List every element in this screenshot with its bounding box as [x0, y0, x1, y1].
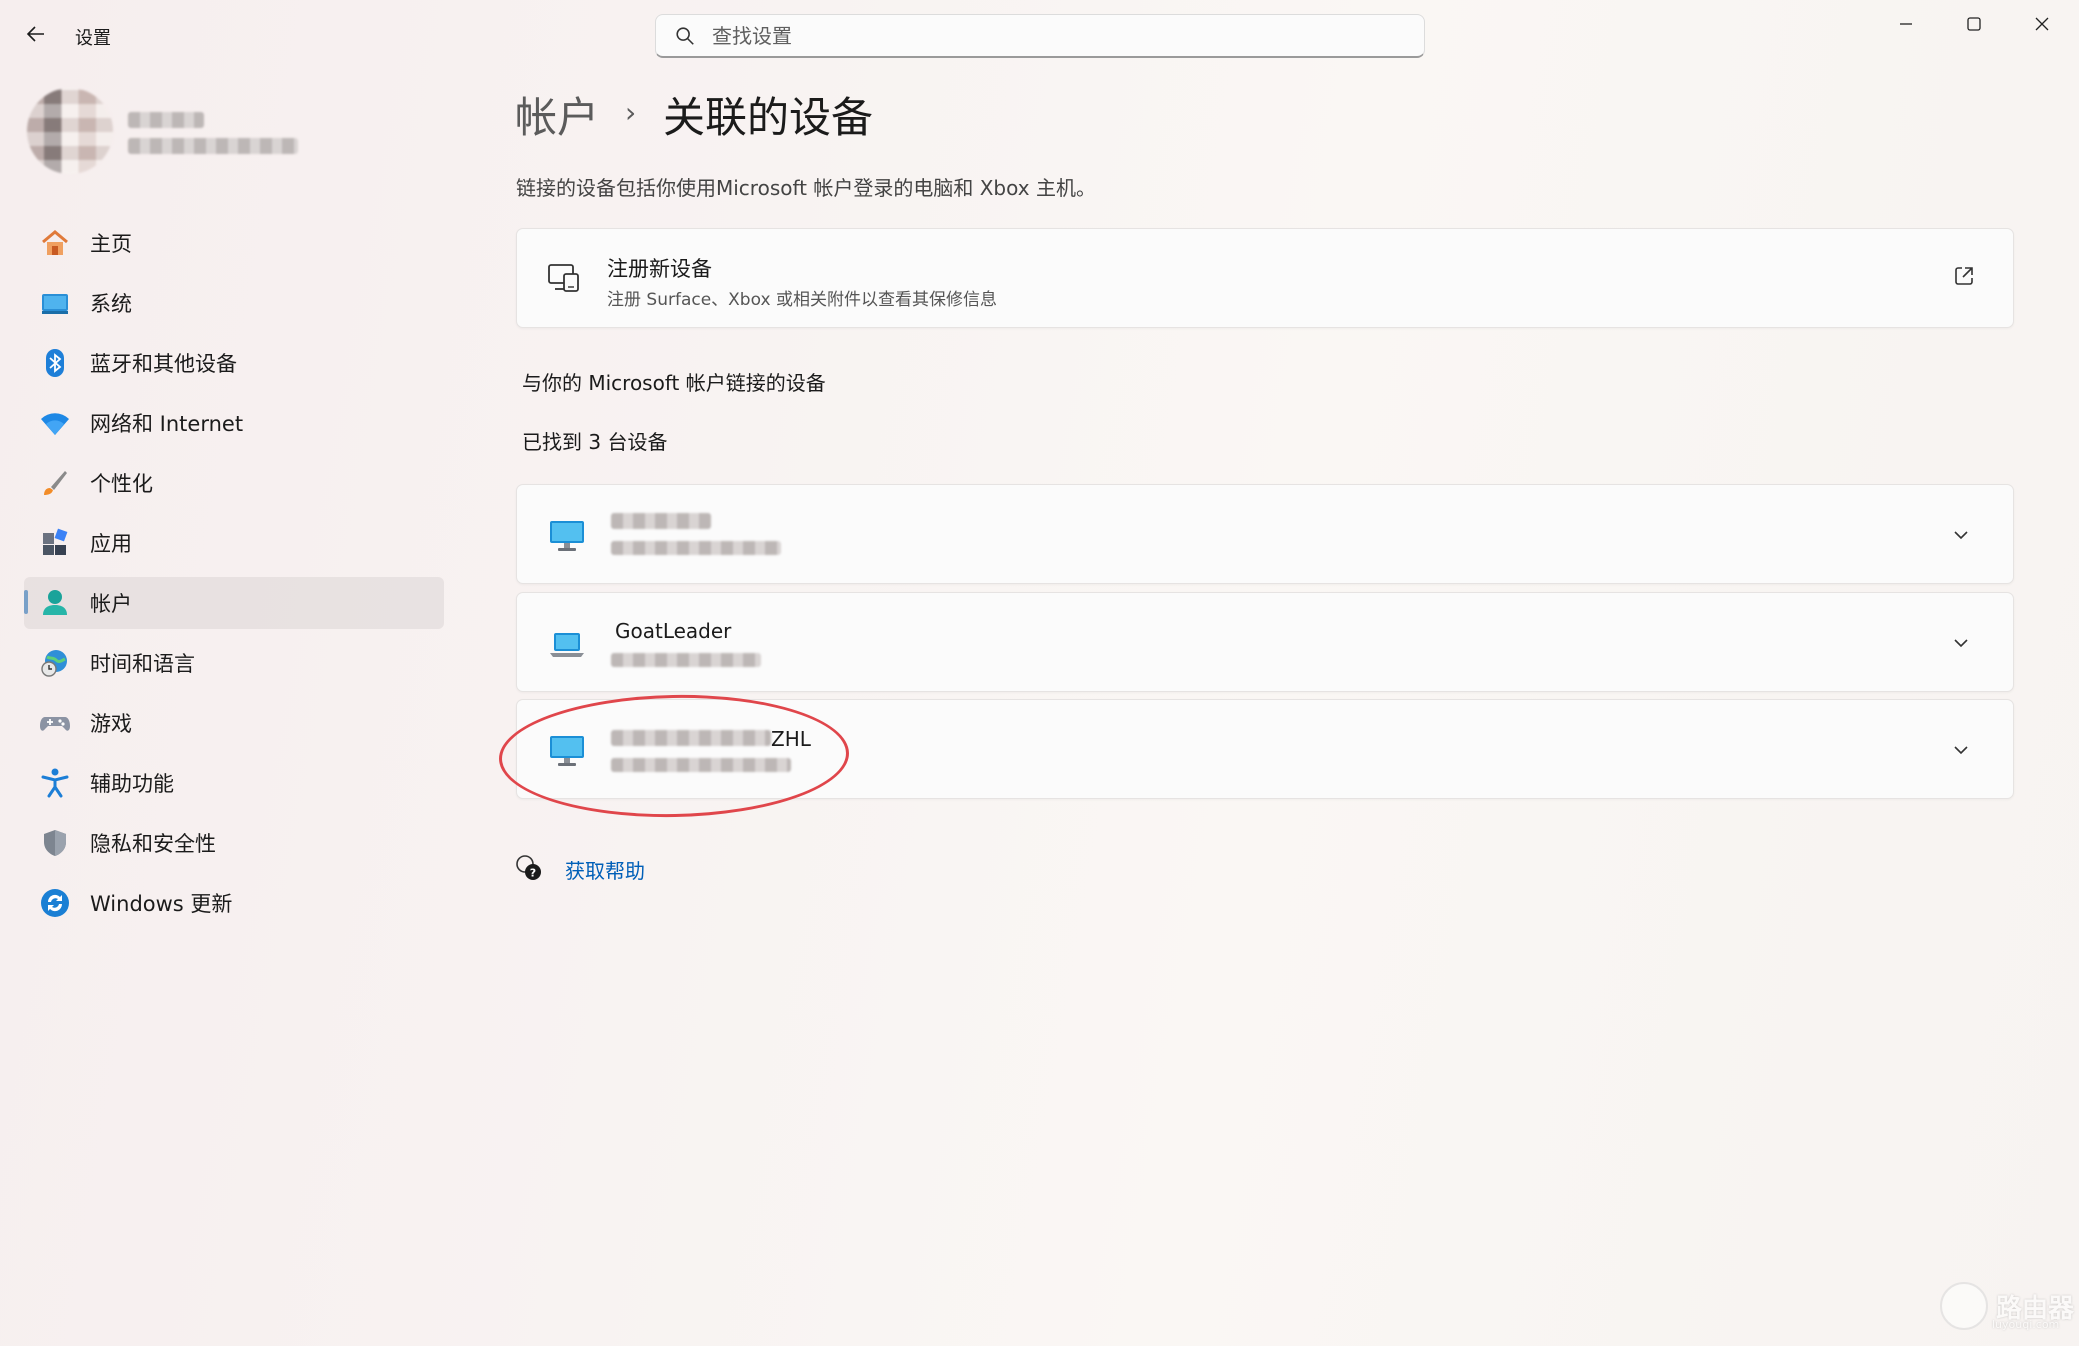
bluetooth-icon [38, 346, 72, 380]
globe-clock-icon [38, 646, 72, 680]
back-arrow-icon [26, 26, 44, 42]
sidebar-item-privacy[interactable]: 隐私和安全性 [24, 817, 444, 869]
device-detail-redacted [611, 653, 761, 667]
sidebar-item-label: 蓝牙和其他设备 [90, 352, 237, 376]
chevron-down-icon[interactable] [1951, 633, 1971, 657]
system-icon [38, 286, 72, 320]
device-card[interactable] [516, 484, 2014, 584]
search-input[interactable] [710, 22, 1364, 49]
breadcrumb-parent[interactable]: 帐户 [515, 84, 599, 145]
sidebar-item-windows-update[interactable]: Windows 更新 [24, 877, 444, 929]
chevron-down-icon[interactable] [1951, 740, 1971, 764]
device-detail-redacted [611, 541, 781, 555]
back-button[interactable] [24, 22, 48, 46]
search-icon [676, 26, 694, 45]
apps-icon [38, 526, 72, 560]
search-box[interactable] [655, 14, 1425, 58]
brush-icon [38, 466, 72, 500]
register-device-title: 注册新设备 [607, 257, 712, 281]
devices-count: 已找到 3 台设备 [522, 430, 668, 454]
breadcrumb-separator: › [625, 96, 637, 129]
sidebar-item-bluetooth[interactable]: 蓝牙和其他设备 [24, 337, 444, 389]
sidebar-item-time-language[interactable]: 时间和语言 [24, 637, 444, 689]
sidebar-item-label: 系统 [90, 292, 132, 316]
app-title: 设置 [75, 28, 111, 49]
device-name: GoatLeader [615, 619, 732, 643]
register-device-subtitle: 注册 Surface、Xbox 或相关附件以查看其保修信息 [607, 290, 997, 310]
watermark-logo-icon [1940, 1282, 1988, 1330]
sidebar-item-label: Windows 更新 [90, 892, 233, 916]
profile-name-redacted [128, 112, 204, 128]
minimize-icon [1900, 23, 1912, 25]
sidebar-item-accounts[interactable]: 帐户 [24, 577, 444, 629]
linked-devices-heading: 与你的 Microsoft 帐户链接的设备 [522, 371, 826, 395]
device-register-icon [547, 261, 581, 299]
gamepad-icon [38, 706, 72, 740]
shield-icon [38, 826, 72, 860]
sidebar-item-system[interactable]: 系统 [24, 277, 444, 329]
sidebar-item-label: 帐户 [90, 592, 132, 616]
sidebar-item-label: 应用 [90, 532, 132, 556]
sidebar-item-gaming[interactable]: 游戏 [24, 697, 444, 749]
maximize-button[interactable] [1954, 10, 1994, 38]
close-button[interactable] [2022, 10, 2062, 38]
watermark: 路由器 luyouqi.com [1940, 1282, 2074, 1331]
sidebar-item-label: 游戏 [90, 712, 132, 736]
sidebar-item-label: 辅助功能 [90, 772, 174, 796]
account-icon [38, 586, 72, 620]
wifi-icon [38, 406, 72, 440]
accessibility-icon [38, 766, 72, 800]
maximize-icon [1967, 17, 1981, 31]
desktop-icon [549, 519, 585, 557]
sidebar-item-home[interactable]: 主页 [24, 217, 444, 269]
watermark-subtext: luyouqi.com [1992, 1318, 2060, 1331]
update-icon [38, 886, 72, 920]
profile-email-redacted [128, 138, 298, 154]
help-chat-icon: ? [514, 854, 544, 888]
register-device-card[interactable]: 注册新设备 注册 Surface、Xbox 或相关附件以查看其保修信息 [516, 228, 2014, 328]
sidebar-item-label: 隐私和安全性 [90, 832, 216, 856]
page-title: 关联的设备 [663, 93, 874, 142]
sidebar-item-label: 主页 [90, 232, 132, 256]
laptop-icon [549, 627, 585, 665]
minimize-button[interactable] [1886, 10, 1926, 38]
sidebar-item-personalization[interactable]: 个性化 [24, 457, 444, 509]
svg-text:?: ? [530, 867, 536, 880]
chevron-down-icon[interactable] [1951, 525, 1971, 549]
avatar[interactable] [27, 88, 113, 174]
sidebar-item-network[interactable]: 网络和 Internet [24, 397, 444, 449]
close-icon [2035, 17, 2049, 31]
sidebar-item-label: 个性化 [90, 472, 153, 496]
sidebar-item-apps[interactable]: 应用 [24, 517, 444, 569]
sidebar-item-accessibility[interactable]: 辅助功能 [24, 757, 444, 809]
get-help-link[interactable]: 获取帮助 [565, 855, 645, 884]
page-description: 链接的设备包括你使用Microsoft 帐户登录的电脑和 Xbox 主机。 [516, 176, 1096, 200]
sidebar-item-label: 网络和 Internet [90, 412, 244, 436]
open-external-icon [1953, 265, 1975, 291]
device-name-redacted [611, 513, 711, 529]
home-icon [38, 226, 72, 260]
device-card[interactable]: GoatLeader [516, 592, 2014, 692]
sidebar-item-label: 时间和语言 [90, 652, 195, 676]
